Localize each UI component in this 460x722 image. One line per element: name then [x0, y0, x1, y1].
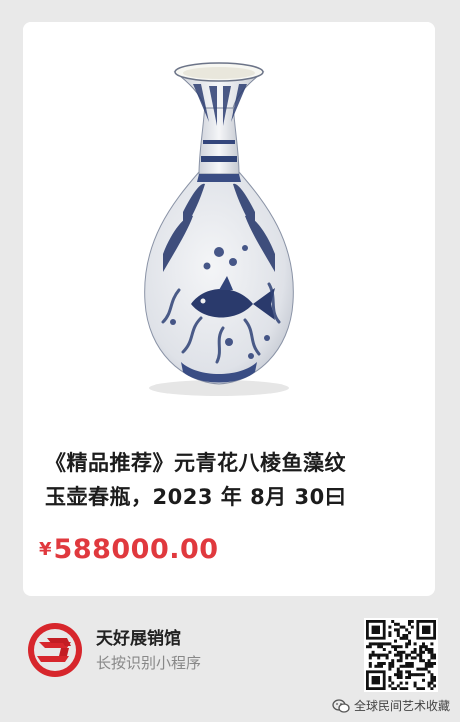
product-title-line-2: 玉壶春瓶，2023 年 8月 30曰: [45, 485, 347, 509]
mini-program-hint: 长按识别小程序: [96, 654, 202, 672]
store-name[interactable]: 天好展销馆: [96, 624, 181, 649]
product-card[interactable]: 《精品推荐》元青花八棱鱼藻纹 玉壶春瓶，2023 年 8月 30曰 ¥58800…: [23, 22, 435, 596]
watermark-text: 全球民间艺术收藏: [353, 699, 450, 713]
vase-illustration: [144, 62, 294, 396]
watermark: 全球民间艺术收藏: [332, 697, 450, 714]
store-footer: 天好展销馆 长按识别小程序 全球民间艺术收藏: [0, 604, 460, 722]
currency-symbol: ¥: [39, 539, 52, 560]
product-image[interactable]: [23, 22, 435, 436]
product-price: ¥588000.00: [39, 534, 219, 565]
product-title-line-1: 《精品推荐》元青花八棱鱼藻纹: [45, 451, 346, 475]
store-logo-icon[interactable]: [27, 622, 83, 678]
qr-code-icon[interactable]: [364, 618, 438, 692]
product-title[interactable]: 《精品推荐》元青花八棱鱼藻纹 玉壶春瓶，2023 年 8月 30曰: [45, 446, 425, 514]
wechat-official-account-icon: [332, 698, 350, 713]
price-value: 588000.00: [53, 534, 219, 565]
